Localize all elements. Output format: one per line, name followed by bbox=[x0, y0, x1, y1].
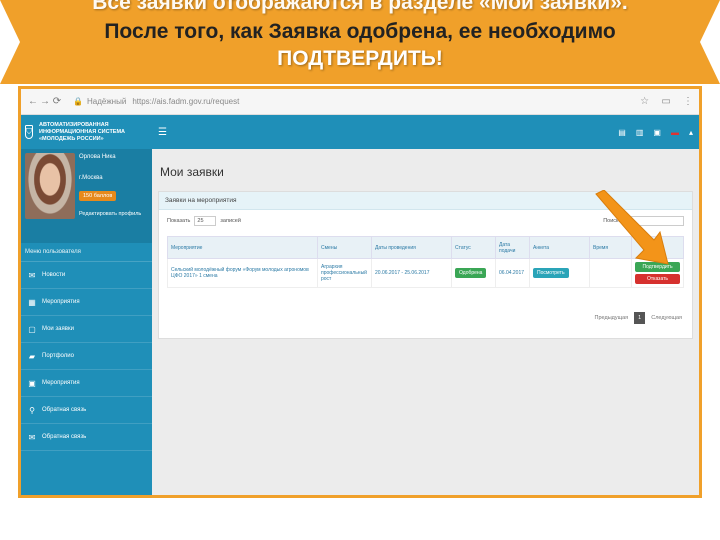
entries-label: записей bbox=[220, 218, 241, 224]
logo[interactable]: ⛉ АВТОМАТИЗИРОВАННАЯ ИНФОРМАЦИОННАЯ СИСТ… bbox=[21, 115, 152, 149]
col-form[interactable]: Анкета bbox=[529, 236, 590, 259]
screenshot-frame: ← → ⟳ 🔒 Надёжный https://ais.fadm.gov.ru… bbox=[18, 86, 702, 498]
profile-name: Орлова Ника bbox=[79, 154, 116, 160]
address-bar[interactable]: 🔒 Надёжный https://ais.fadm.gov.ru/reque… bbox=[69, 94, 630, 110]
star-icon[interactable]: ☆ bbox=[640, 96, 649, 107]
banner-line-1: Все заявки отображаются в разделе «Мои з… bbox=[92, 0, 628, 14]
page-title: Мои заявки bbox=[160, 165, 224, 179]
sidebar-item-label: Мои заявки bbox=[42, 326, 74, 332]
cell-submitted: 06.04.2017 bbox=[495, 258, 530, 288]
sidebar-item-events[interactable]: ▦ Мероприятия bbox=[21, 289, 152, 316]
document-icon: ▢ bbox=[28, 324, 36, 334]
reject-button[interactable]: Отказать bbox=[635, 274, 680, 284]
cell-dates: 20.06.2017 - 25.06.2017 bbox=[371, 258, 452, 288]
cell-status: Одобрена bbox=[451, 258, 496, 288]
col-shift[interactable]: Смены bbox=[317, 236, 372, 259]
user-profile: Орлова Ника г.Москва 150 баллов Редактир… bbox=[21, 149, 152, 243]
col-event[interactable]: Мероприятие bbox=[167, 236, 318, 259]
cell-form: Посмотреть bbox=[529, 258, 590, 288]
profile-city: г.Москва bbox=[79, 175, 103, 181]
menu-dots-icon[interactable]: ⋮ bbox=[683, 96, 693, 107]
avatar[interactable] bbox=[25, 153, 75, 219]
sidebar-item-contact[interactable]: ✉ Обратная связь bbox=[21, 424, 152, 451]
menu-title: Меню пользователя bbox=[21, 243, 152, 262]
prev-page-button[interactable]: Предыдущая bbox=[595, 315, 629, 321]
col-dates[interactable]: Даты проведения bbox=[371, 236, 452, 259]
status-badge: Одобрена bbox=[455, 268, 487, 278]
back-icon[interactable]: ← bbox=[27, 96, 39, 107]
url-text: https://ais.fadm.gov.ru/request bbox=[132, 97, 240, 106]
sidebar-item-label: Портфолио bbox=[42, 353, 74, 359]
reload-icon[interactable]: ⟳ bbox=[51, 96, 63, 107]
lock-icon: 🔒 bbox=[73, 97, 83, 106]
sidebar-item-label: Обратная связь bbox=[42, 407, 87, 413]
forward-icon[interactable]: → bbox=[39, 96, 51, 107]
sidebar-item-feedback[interactable]: ⚲ Обратная связь bbox=[21, 397, 152, 424]
cell-shift: Агрархия профессиональный рост bbox=[317, 258, 372, 288]
col-status[interactable]: Статус bbox=[451, 236, 496, 259]
next-page-button[interactable]: Следующая bbox=[651, 315, 682, 321]
sidebar-item-my-requests[interactable]: ▢ Мои заявки bbox=[21, 316, 152, 343]
chart-icon[interactable]: ▥ bbox=[636, 128, 644, 137]
view-form-button[interactable]: Посмотреть bbox=[533, 268, 569, 278]
top-bar: ☰ ▤ ▥ ▣ ▬ ▴ bbox=[152, 115, 699, 149]
banner-line-2: После того, как Заявка одобрена, ее необ… bbox=[104, 20, 616, 43]
instruction-banner: Все заявки отображаются в разделе «Мои з… bbox=[0, 0, 720, 84]
pointer-arrow-icon bbox=[595, 190, 669, 265]
sidebar-item-label: Новости bbox=[42, 272, 66, 278]
cast-icon[interactable]: ▭ bbox=[661, 96, 670, 107]
secure-label: Надёжный bbox=[86, 97, 127, 106]
sidebar-item-label: Мероприятия bbox=[42, 299, 80, 305]
user-icon[interactable]: ▴ bbox=[689, 128, 693, 137]
sidebar-item-portfolio[interactable]: ▰ Портфолио bbox=[21, 343, 152, 370]
sidebar-item-news[interactable]: ✉ Новости bbox=[21, 262, 152, 289]
document-icon[interactable]: ▤ bbox=[618, 128, 626, 137]
folder-icon: ▰ bbox=[28, 351, 36, 361]
cell-event[interactable]: Сельский молодёжный форум «Форум молодых… bbox=[167, 258, 318, 288]
sidebar-item-label: Обратная связь bbox=[42, 434, 87, 440]
hamburger-icon[interactable]: ☰ bbox=[158, 127, 167, 138]
show-label: Показать bbox=[167, 218, 191, 224]
topbar-icons: ▤ ▥ ▣ ▬ ▴ bbox=[618, 128, 693, 137]
flag-icon[interactable]: ▬ bbox=[671, 128, 679, 137]
browser-toolbar: ← → ⟳ 🔒 Надёжный https://ais.fadm.gov.ru… bbox=[21, 89, 699, 115]
banner-line-3: ПОДТВЕРДИТЬ! bbox=[277, 47, 443, 70]
calendar-icon: ▦ bbox=[28, 297, 36, 307]
points-badge: 150 баллов bbox=[79, 191, 117, 201]
briefcase-icon: ▣ bbox=[28, 378, 36, 388]
mail-icon: ✉ bbox=[28, 432, 36, 442]
briefcase-icon[interactable]: ▣ bbox=[653, 128, 661, 137]
logo-text: АВТОМАТИЗИРОВАННАЯ ИНФОРМАЦИОННАЯ СИСТЕМ… bbox=[39, 121, 126, 142]
current-page-button[interactable]: 1 bbox=[634, 312, 646, 324]
banner-text: Все заявки отображаются в разделе «Мои з… bbox=[20, 0, 700, 73]
pin-icon: ⚲ bbox=[29, 405, 35, 415]
megaphone-icon: ✉ bbox=[28, 270, 36, 280]
page-size-select[interactable]: 25 bbox=[194, 216, 217, 226]
shield-logo-icon: ⛉ bbox=[25, 125, 33, 139]
browser-icons: ☆ ▭ ⋮ bbox=[630, 96, 693, 107]
sidebar: ⛉ АВТОМАТИЗИРОВАННАЯ ИНФОРМАЦИОННАЯ СИСТ… bbox=[21, 115, 152, 495]
sidebar-item-events-2[interactable]: ▣ Мероприятия bbox=[21, 370, 152, 397]
sidebar-item-label: Мероприятия bbox=[42, 380, 80, 386]
edit-profile-link[interactable]: Редактировать профиль bbox=[79, 211, 141, 217]
pagination: Предыдущая 1 Следующая bbox=[595, 312, 682, 324]
col-submitted[interactable]: Дата подачи bbox=[495, 236, 530, 259]
